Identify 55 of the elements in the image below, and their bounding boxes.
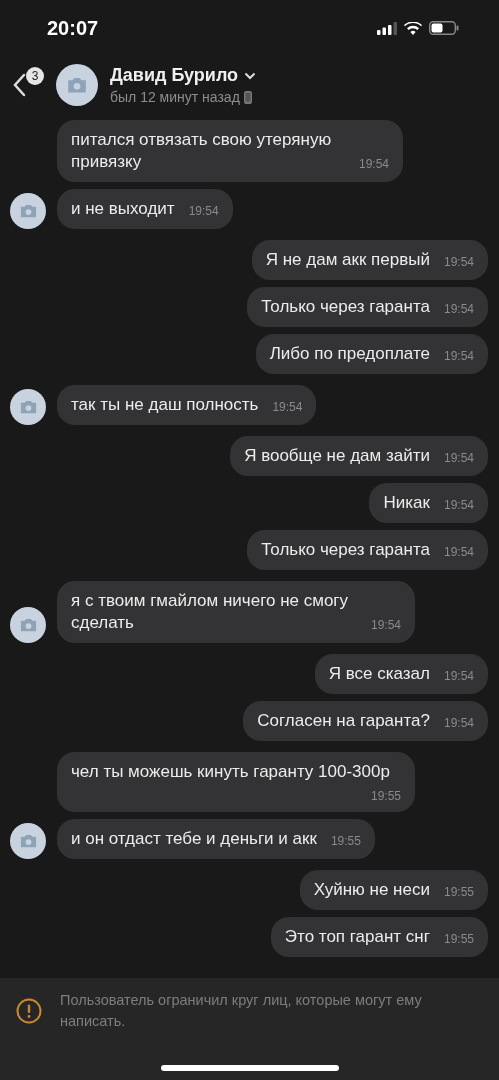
last-seen-status: был 12 минут назад [110, 89, 240, 105]
message-time: 19:54 [443, 349, 474, 363]
contact-avatar[interactable] [56, 64, 98, 106]
battery-icon [429, 21, 459, 35]
outgoing-message: Согласен на гаранта? 19:54 [243, 701, 488, 741]
restriction-notice: Пользователь ограничил круг лиц, которые могут ему написать. [60, 991, 423, 1031]
message-time: 19:54 [443, 255, 474, 269]
message-time: 19:55 [370, 789, 401, 803]
message-time: 19:54 [443, 716, 474, 730]
incoming-message: и не выходит 19:54 [57, 189, 233, 229]
status-time: 20:07 [47, 16, 99, 40]
back-button[interactable]: 3 [12, 65, 44, 105]
message-time: 19:54 [188, 204, 219, 218]
outgoing-message: Я все сказал 19:54 [314, 654, 488, 694]
camera-icon [18, 617, 38, 633]
phone-icon [243, 90, 252, 104]
warning-icon [16, 998, 42, 1024]
unread-count: 3 [26, 67, 44, 85]
wifi-icon [404, 21, 422, 35]
message-time: 19:54 [443, 545, 474, 559]
outgoing-message: Только через гаранта 19:54 [247, 287, 488, 327]
chevron-left-icon [12, 72, 26, 98]
message-time: 19:54 [370, 618, 401, 632]
message-time: 19:54 [443, 669, 474, 683]
camera-icon [18, 399, 38, 415]
incoming-message: так ты не даш полность 19:54 [57, 385, 317, 425]
outgoing-message: Я не дам акк первый 19:54 [251, 240, 488, 280]
message-time: 19:55 [330, 834, 361, 848]
incoming-message: питался отвязать свою утеряную привязку 19:54 [57, 120, 403, 182]
outgoing-message: Либо по предоплате 19:54 [255, 334, 488, 374]
camera-icon [18, 833, 38, 849]
outgoing-message: Только через гаранта 19:54 [247, 530, 488, 570]
outgoing-message: Я вообще не дам зайти 19:54 [230, 436, 488, 476]
chevron-down-icon [244, 71, 257, 80]
camera-icon [66, 76, 88, 94]
contact-name[interactable]: Давид Бурило [110, 65, 257, 86]
message-time: 19:54 [443, 498, 474, 512]
outgoing-message: Это топ гарант снг 19:55 [270, 917, 488, 957]
incoming-message: и он отдаст тебе и деньги и акк 19:55 [57, 819, 375, 859]
camera-icon [18, 203, 38, 219]
message-time: 19:54 [443, 451, 474, 465]
message-time: 19:54 [443, 302, 474, 316]
message-time: 19:55 [443, 885, 474, 899]
sender-avatar[interactable] [10, 389, 46, 425]
incoming-message: я с твоим гмайлом ничего не смогу сделать 19:54 [57, 581, 415, 643]
signal-icon [377, 21, 397, 35]
message-time: 19:55 [443, 932, 474, 946]
outgoing-message: Хуйню не неси 19:55 [299, 870, 488, 910]
message-time: 19:54 [272, 400, 303, 414]
sender-avatar[interactable] [10, 193, 46, 229]
message-time: 19:54 [358, 157, 389, 171]
incoming-message: чел ты можешь кинуть гаранту 100-300р 19:55 [57, 752, 415, 812]
sender-avatar[interactable] [10, 607, 46, 643]
outgoing-message: Никак 19:54 [369, 483, 488, 523]
sender-avatar[interactable] [10, 823, 46, 859]
